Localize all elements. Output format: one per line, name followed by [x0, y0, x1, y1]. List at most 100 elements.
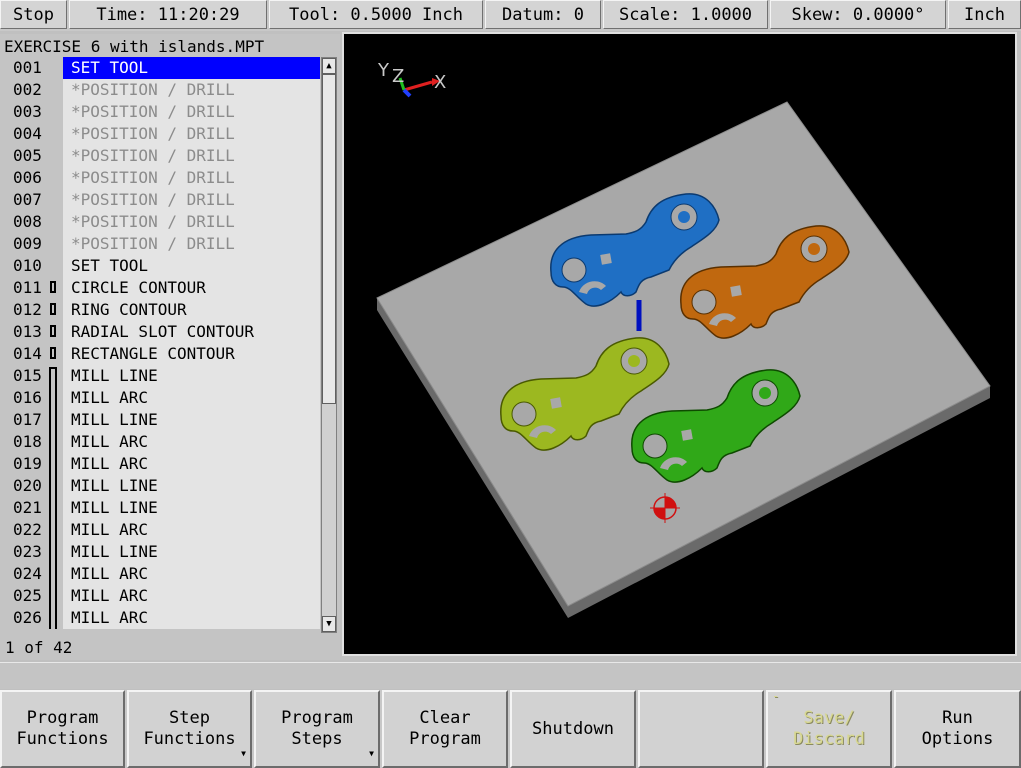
step-label: *POSITION / DRILL	[63, 101, 320, 123]
tool-display: Tool: 0.5000 Inch	[269, 0, 483, 29]
step-number: 001	[13, 58, 42, 77]
step-label: *POSITION / DRILL	[63, 145, 320, 167]
step-number: 012	[13, 300, 42, 319]
step-label: *POSITION / DRILL	[63, 233, 320, 255]
step-number: 003	[13, 102, 42, 121]
program-step-list: 001 SET TOOL 002 *POSITION / DRILL 003 *POSIT…	[0, 57, 322, 629]
step-number: 007	[13, 190, 42, 209]
datum-display: Datum: 0	[485, 0, 601, 29]
step-label: MILL ARC	[63, 563, 320, 585]
contour-marker-icon	[50, 281, 56, 293]
step-label: MILL ARC	[63, 431, 320, 453]
submenu-indicator-icon: ▼	[369, 749, 374, 758]
program-functions-button[interactable]: Program Functions	[0, 690, 125, 768]
program-step-row[interactable]: 011 CIRCLE CONTOUR	[0, 277, 322, 299]
scroll-down-icon[interactable]: ▼	[322, 616, 336, 632]
scroll-up-icon[interactable]: ▲	[322, 58, 336, 74]
step-label: MILL ARC	[63, 387, 320, 409]
step-label: *POSITION / DRILL	[63, 79, 320, 101]
step-label: MILL LINE	[63, 497, 320, 519]
program-step-row[interactable]: 003 *POSITION / DRILL	[0, 101, 322, 123]
step-number: 022	[13, 520, 42, 539]
step-number: 010	[13, 256, 42, 275]
program-scrollbar[interactable]: ▲ ▼	[321, 57, 337, 633]
step-label: *POSITION / DRILL	[63, 211, 320, 233]
step-number: 013	[13, 322, 42, 341]
step-label: MILL ARC	[63, 607, 320, 629]
contour-marker-icon	[50, 325, 56, 337]
program-step-row[interactable]: 009 *POSITION / DRILL	[0, 233, 322, 255]
step-number: 009	[13, 234, 42, 253]
contour-marker-icon	[50, 347, 56, 359]
submenu-indicator-icon: ▼	[241, 749, 246, 758]
program-step-row[interactable]: 014 RECTANGLE CONTOUR	[0, 343, 322, 365]
step-number: 020	[13, 476, 42, 495]
program-title: EXERCISE 6 with islands.MPT	[4, 37, 265, 56]
units-toggle[interactable]: Inch	[948, 0, 1021, 29]
step-number: 023	[13, 542, 42, 561]
status-bar: Stop Time: 11:20:29 Tool: 0.5000 Inch Da…	[0, 0, 1021, 31]
step-number: 002	[13, 80, 42, 99]
program-step-row[interactable]: 012 RING CONTOUR	[0, 299, 322, 321]
step-label: MILL LINE	[63, 365, 320, 387]
program-step-row[interactable]: 010 SET TOOL	[0, 255, 322, 277]
message-bar	[0, 662, 1021, 689]
save-discard-button[interactable]: - Save/ Discard	[766, 689, 892, 768]
step-number: 014	[13, 344, 42, 363]
step-number: 006	[13, 168, 42, 187]
step-label: SET TOOL	[63, 57, 320, 79]
step-label: RING CONTOUR	[63, 299, 320, 321]
program-step-row[interactable]: 008 *POSITION / DRILL	[0, 211, 322, 233]
scrollbar-thumb[interactable]	[322, 74, 336, 404]
step-counter: 1 of 42	[5, 638, 73, 657]
run-options-button[interactable]: Run Options	[894, 690, 1021, 768]
step-number: 019	[13, 454, 42, 473]
program-step-row[interactable]: 004 *POSITION / DRILL	[0, 123, 322, 145]
step-number: 025	[13, 586, 42, 605]
program-step-row[interactable]: 005 *POSITION / DRILL	[0, 145, 322, 167]
axis-triad-icon: Y Z X	[377, 60, 446, 98]
axis-label-y: Y	[377, 60, 390, 81]
clear-program-button[interactable]: Clear Program	[382, 690, 508, 768]
step-number: 016	[13, 388, 42, 407]
program-step-row[interactable]: 002 *POSITION / DRILL	[0, 79, 322, 101]
program-steps-button[interactable]: Program Steps ▼	[254, 690, 380, 768]
empty-softkey[interactable]	[638, 690, 764, 768]
step-group-bracket-icon	[55, 367, 57, 629]
step-label: SET TOOL	[63, 255, 320, 277]
step-number: 021	[13, 498, 42, 517]
step-label: RADIAL SLOT CONTOUR	[63, 321, 320, 343]
program-step-row[interactable]: 001 SET TOOL	[0, 57, 322, 79]
step-label: RECTANGLE CONTOUR	[63, 343, 320, 365]
program-step-row[interactable]: 006 *POSITION / DRILL	[0, 167, 322, 189]
step-functions-button[interactable]: Step Functions ▼	[127, 690, 252, 768]
step-label: MILL LINE	[63, 541, 320, 563]
step-number: 008	[13, 212, 42, 231]
stop-button[interactable]: Stop	[0, 0, 67, 29]
shutdown-button[interactable]: Shutdown	[510, 690, 636, 768]
step-number: 004	[13, 124, 42, 143]
axis-label-x: X	[434, 72, 446, 93]
program-panel: EXERCISE 6 with islands.MPT 001 SET TOOL 0…	[0, 34, 340, 660]
part-view-svg: Y Z X	[376, 60, 991, 618]
step-label: MILL LINE	[63, 409, 320, 431]
contour-marker-icon	[50, 303, 56, 315]
step-number: 024	[13, 564, 42, 583]
scale-display: Scale: 1.0000	[603, 0, 768, 29]
step-label: *POSITION / DRILL	[63, 123, 320, 145]
menu-tick-icon: -	[772, 689, 780, 703]
skew-display: Skew: 0.0000°	[770, 0, 946, 29]
stock-plate	[376, 101, 991, 618]
part-viewport[interactable]: Y Z X	[342, 32, 1017, 656]
step-label: MILL LINE	[63, 475, 320, 497]
step-number: 005	[13, 146, 42, 165]
step-number: 017	[13, 410, 42, 429]
step-label: *POSITION / DRILL	[63, 189, 320, 211]
program-step-row[interactable]: 007 *POSITION / DRILL	[0, 189, 322, 211]
program-step-row[interactable]: 013 RADIAL SLOT CONTOUR	[0, 321, 322, 343]
step-group-bracket-icon	[49, 367, 51, 629]
step-label: *POSITION / DRILL	[63, 167, 320, 189]
step-number: 011	[13, 278, 42, 297]
step-number: 015	[13, 366, 42, 385]
time-display: Time: 11:20:29	[69, 0, 267, 29]
